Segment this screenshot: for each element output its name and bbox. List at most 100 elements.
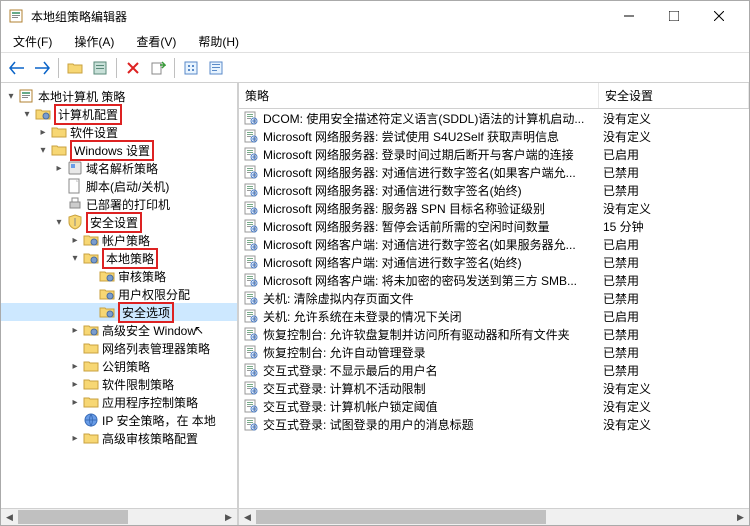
policy-value: 没有定义: [603, 200, 745, 217]
expand-icon[interactable]: ▸: [67, 379, 83, 390]
tree-name-resolution[interactable]: ▸域名解析策略: [1, 159, 237, 177]
expand-icon[interactable]: ▸: [67, 361, 83, 372]
policy-name: 恢复控制台: 允许软盘复制并访问所有驱动器和所有文件夹: [263, 326, 603, 343]
policy-name: Microsoft 网络服务器: 暂停会话前所需的空闲时间数量: [263, 218, 603, 235]
separator-icon: [58, 58, 59, 78]
tree-security-options[interactable]: 安全选项: [1, 303, 237, 321]
list-row[interactable]: Microsoft 网络服务器: 登录时间过期后断开与客户端的连接已启用: [239, 145, 749, 163]
policy-value: 没有定义: [603, 128, 745, 145]
tree-computer-config[interactable]: ▾计算机配置: [1, 105, 237, 123]
show-hide-button[interactable]: [63, 56, 87, 80]
tree-software-restriction[interactable]: ▸软件限制策略: [1, 375, 237, 393]
tree-advanced-firewall[interactable]: ▸高级安全 Window↖: [1, 321, 237, 339]
menu-view[interactable]: 查看(V): [130, 31, 182, 52]
list-row[interactable]: DCOM: 使用安全描述符定义语言(SDDL)语法的计算机启动...没有定义: [239, 109, 749, 127]
col-security-setting[interactable]: 安全设置: [599, 83, 749, 108]
collapse-icon[interactable]: ▾: [67, 253, 83, 264]
expand-icon[interactable]: ▸: [67, 397, 83, 408]
list-row[interactable]: Microsoft 网络客户端: 对通信进行数字签名(始终)已禁用: [239, 253, 749, 271]
tree-network-list[interactable]: 网络列表管理器策略: [1, 339, 237, 357]
properties-button[interactable]: [88, 56, 112, 80]
policy-value: 已禁用: [603, 254, 745, 271]
list-row[interactable]: Microsoft 网络服务器: 对通信进行数字签名(如果客户端允...已禁用: [239, 163, 749, 181]
tree-security-settings[interactable]: ▾安全设置: [1, 213, 237, 231]
minimize-button[interactable]: [606, 1, 651, 31]
expand-icon[interactable]: ▸: [67, 235, 83, 246]
maximize-button[interactable]: [651, 1, 696, 31]
collapse-icon[interactable]: ▾: [51, 217, 67, 228]
list-row[interactable]: 关机: 清除虚拟内存页面文件已禁用: [239, 289, 749, 307]
policy-icon: [243, 200, 259, 216]
collapse-icon[interactable]: ▾: [3, 91, 19, 102]
policy-icon: [243, 362, 259, 378]
scroll-left-icon[interactable]: ◀: [1, 509, 18, 525]
list-row[interactable]: Microsoft 网络服务器: 对通信进行数字签名(始终)已禁用: [239, 181, 749, 199]
tree-account-policies[interactable]: ▸帐户策略: [1, 231, 237, 249]
expand-icon[interactable]: ▸: [51, 163, 67, 174]
tree-ip-security[interactable]: IP 安全策略，在 本地: [1, 411, 237, 429]
expand-icon[interactable]: ▸: [67, 325, 83, 336]
policy-value: 已禁用: [603, 182, 745, 199]
policy-icon: [243, 380, 259, 396]
list-row[interactable]: Microsoft 网络客户端: 将未加密的密码发送到第三方 SMB...已禁用: [239, 271, 749, 289]
policy-icon: [243, 218, 259, 234]
tree-app-control[interactable]: ▸应用程序控制策略: [1, 393, 237, 411]
scroll-right-icon[interactable]: ▶: [732, 509, 749, 525]
close-button[interactable]: [696, 1, 741, 31]
tree-h-scrollbar[interactable]: ◀▶: [1, 508, 237, 525]
tree-deployed-printers[interactable]: 已部署的打印机: [1, 195, 237, 213]
menu-file[interactable]: 文件(F): [7, 31, 58, 52]
list-row[interactable]: 关机: 允许系统在未登录的情况下关闭已启用: [239, 307, 749, 325]
expand-icon[interactable]: ▸: [35, 127, 51, 138]
policy-value: 没有定义: [603, 380, 745, 397]
tree-root[interactable]: ▾本地计算机 策略: [1, 87, 237, 105]
list-pane: 策略 安全设置 DCOM: 使用安全描述符定义语言(SDDL)语法的计算机启动.…: [239, 83, 749, 525]
tree-local-policies[interactable]: ▾本地策略: [1, 249, 237, 267]
policy-name: 交互式登录: 计算机不活动限制: [263, 380, 603, 397]
delete-button[interactable]: [121, 56, 145, 80]
tree-advanced-audit[interactable]: ▸高级审核策略配置: [1, 429, 237, 447]
tree-user-rights[interactable]: 用户权限分配: [1, 285, 237, 303]
policy-icon: [243, 344, 259, 360]
collapse-icon[interactable]: ▾: [19, 109, 35, 120]
toolbar: [1, 53, 749, 83]
list-row[interactable]: 恢复控制台: 允许自动管理登录已禁用: [239, 343, 749, 361]
scroll-right-icon[interactable]: ▶: [220, 509, 237, 525]
tree-scripts[interactable]: 脚本(启动/关机): [1, 177, 237, 195]
scroll-thumb[interactable]: [256, 510, 546, 524]
list-row[interactable]: 交互式登录: 试图登录的用户的消息标题没有定义: [239, 415, 749, 433]
list-row[interactable]: Microsoft 网络服务器: 尝试使用 S4U2Self 获取声明信息没有定…: [239, 127, 749, 145]
menu-help[interactable]: 帮助(H): [192, 31, 245, 52]
tree-software-settings[interactable]: ▸软件设置: [1, 123, 237, 141]
tree-windows-settings[interactable]: ▾Windows 设置: [1, 141, 237, 159]
tree[interactable]: ▾本地计算机 策略 ▾计算机配置 ▸软件设置 ▾Windows 设置 ▸域名解析…: [1, 83, 237, 508]
list-row[interactable]: Microsoft 网络客户端: 对通信进行数字签名(如果服务器允...已启用: [239, 235, 749, 253]
policy-name: Microsoft 网络服务器: 对通信进行数字签名(如果客户端允...: [263, 164, 603, 181]
list-row[interactable]: 交互式登录: 不显示最后的用户名已禁用: [239, 361, 749, 379]
expand-icon[interactable]: ▸: [67, 433, 83, 444]
scroll-left-icon[interactable]: ◀: [239, 509, 256, 525]
scroll-thumb[interactable]: [18, 510, 128, 524]
tree-public-key[interactable]: ▸公钥策略: [1, 357, 237, 375]
refresh-button[interactable]: [179, 56, 203, 80]
collapse-icon[interactable]: ▾: [35, 145, 51, 156]
policy-icon: [243, 146, 259, 162]
menu-action[interactable]: 操作(A): [68, 31, 120, 52]
col-policy[interactable]: 策略: [239, 83, 599, 108]
list-h-scrollbar[interactable]: ◀▶: [239, 508, 749, 525]
list-row[interactable]: 恢复控制台: 允许软盘复制并访问所有驱动器和所有文件夹已禁用: [239, 325, 749, 343]
list-row[interactable]: Microsoft 网络服务器: 服务器 SPN 目标名称验证级别没有定义: [239, 199, 749, 217]
list-row[interactable]: Microsoft 网络服务器: 暂停会话前所需的空闲时间数量15 分钟: [239, 217, 749, 235]
forward-button[interactable]: [30, 56, 54, 80]
export-button[interactable]: [146, 56, 170, 80]
help-button[interactable]: [204, 56, 228, 80]
list-row[interactable]: 交互式登录: 计算机帐户锁定阈值没有定义: [239, 397, 749, 415]
policy-name: Microsoft 网络服务器: 服务器 SPN 目标名称验证级别: [263, 200, 603, 217]
separator-icon: [174, 58, 175, 78]
list-body[interactable]: DCOM: 使用安全描述符定义语言(SDDL)语法的计算机启动...没有定义Mi…: [239, 109, 749, 508]
tree-audit-policy[interactable]: 审核策略: [1, 267, 237, 285]
back-button[interactable]: [5, 56, 29, 80]
list-row[interactable]: 交互式登录: 计算机不活动限制没有定义: [239, 379, 749, 397]
policy-name: Microsoft 网络客户端: 对通信进行数字签名(如果服务器允...: [263, 236, 603, 253]
policy-icon: [243, 308, 259, 324]
